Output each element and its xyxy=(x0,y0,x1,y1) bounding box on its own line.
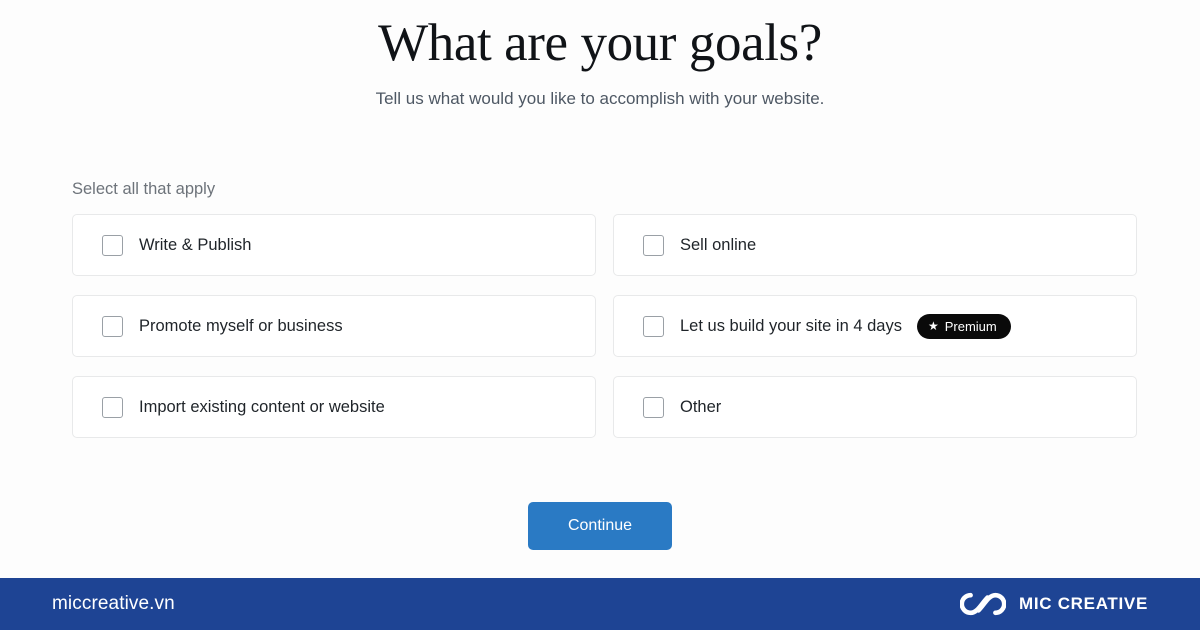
checkbox-import-content[interactable] xyxy=(102,396,123,418)
footer-domain: miccreative.vn xyxy=(52,593,175,614)
star-icon: ★ xyxy=(927,319,939,333)
option-card-build-site[interactable]: Let us build your site in 4 days ★ Premi… xyxy=(613,295,1137,357)
page-subtitle: Tell us what would you like to accomplis… xyxy=(375,89,825,108)
option-label: Let us build your site in 4 days xyxy=(680,317,902,335)
option-label: Import existing content or website xyxy=(139,398,385,416)
option-card-write-publish[interactable]: Write & Publish xyxy=(72,214,596,276)
footer-brand: MIC CREATIVE xyxy=(960,591,1148,617)
infinity-loops-icon xyxy=(960,592,1007,616)
premium-badge-label: Premium xyxy=(944,318,997,334)
continue-button-container: Continue xyxy=(0,502,1200,550)
option-card-promote-business[interactable]: Promote myself or business xyxy=(72,295,596,357)
option-card-import-content[interactable]: Import existing content or website xyxy=(72,376,596,438)
checkbox-promote-business[interactable] xyxy=(102,315,123,337)
option-card-other[interactable]: Other xyxy=(613,376,1137,438)
option-label: Write & Publish xyxy=(139,236,252,254)
page-title: What are your goals? xyxy=(378,14,822,72)
status-badge-premium: ★ Premium xyxy=(916,313,1011,339)
checkbox-write-publish[interactable] xyxy=(102,234,123,256)
option-label: Other xyxy=(680,398,722,416)
onboarding-goals-page: What are your goals? Tell us what would … xyxy=(0,0,1200,630)
site-footer: miccreative.vn MIC CREATIVE xyxy=(0,578,1200,630)
select-all-hint: Select all that apply xyxy=(72,180,216,198)
option-label: Sell online xyxy=(680,236,757,254)
checkbox-sell-online[interactable] xyxy=(643,234,664,256)
goals-options-grid: Write & Publish Sell online Promote myse… xyxy=(72,214,1137,438)
continue-button[interactable]: Continue xyxy=(528,502,672,550)
page-header: What are your goals? Tell us what would … xyxy=(0,0,1200,111)
option-card-sell-online[interactable]: Sell online xyxy=(613,214,1137,276)
footer-brand-name: MIC CREATIVE xyxy=(1019,594,1148,613)
checkbox-build-site[interactable] xyxy=(643,315,664,337)
option-label: Promote myself or business xyxy=(139,317,343,335)
checkbox-other[interactable] xyxy=(643,396,664,418)
goals-options-section: Select all that apply Write & Publish Se… xyxy=(72,178,1137,438)
